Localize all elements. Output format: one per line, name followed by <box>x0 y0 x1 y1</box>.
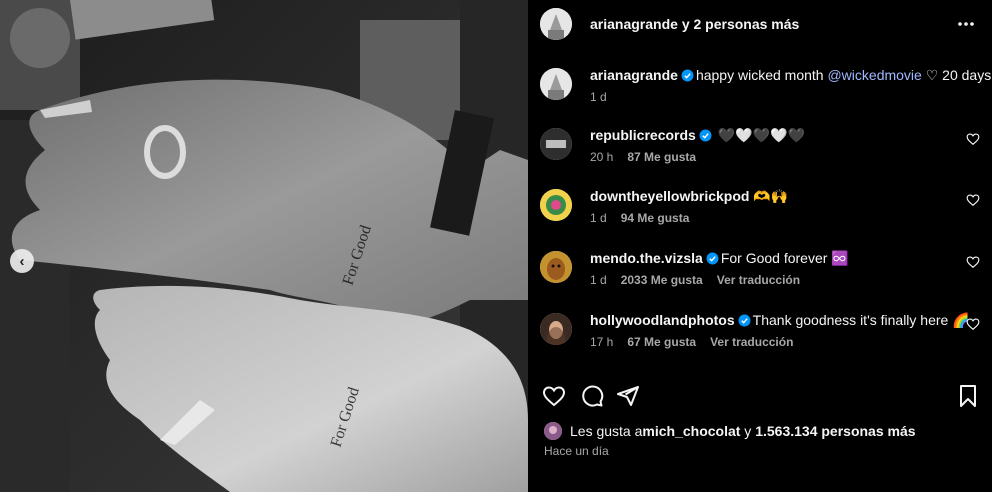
comment-username[interactable]: mendo.the.vizsla <box>590 250 703 266</box>
comment-avatar-image <box>540 189 572 221</box>
post-header: arianagrande y 2 personas más <box>528 0 992 48</box>
comment-icon[interactable] <box>580 384 604 408</box>
post-action-bar <box>528 380 992 412</box>
likes-prefix: Les gusta a <box>570 423 643 439</box>
post-photo: For Good For Good <box>0 0 528 492</box>
comment-likes[interactable]: 2033 Me gusta <box>621 273 703 287</box>
comment-time[interactable]: 17 h <box>590 335 613 349</box>
caption-username[interactable]: arianagrande <box>590 67 678 83</box>
comment-heart-icon[interactable] <box>966 317 980 331</box>
post-media: For Good For Good ‹ <box>0 0 528 492</box>
caption-time[interactable]: 1 d <box>590 90 607 104</box>
comment-heart-icon[interactable] <box>966 193 980 207</box>
author-avatar-image <box>540 8 572 40</box>
author-avatar[interactable] <box>540 8 572 40</box>
comment-item: republicrecords 🖤🤍🖤🤍🖤 20 h 87 Me gusta <box>528 126 992 188</box>
comment-avatar[interactable] <box>540 251 572 283</box>
share-icon[interactable] <box>616 384 640 408</box>
comment-time[interactable]: 1 d <box>590 273 607 287</box>
verified-badge-icon <box>681 69 694 82</box>
caption-text-end: ♡ 20 days <box>921 67 992 83</box>
comment-text: Thank goodness it's finally here 🌈 <box>752 312 970 328</box>
comment-likes[interactable]: 67 Me gusta <box>627 335 696 349</box>
comment-avatar[interactable] <box>540 128 572 160</box>
caption-avatar[interactable] <box>540 68 572 100</box>
comment-avatar-image <box>540 128 572 160</box>
post-author-line[interactable]: arianagrande y 2 personas más <box>590 16 799 32</box>
heart-icon[interactable] <box>542 384 566 408</box>
comment-likes[interactable]: 87 Me gusta <box>627 150 696 164</box>
comment-username[interactable]: republicrecords <box>590 127 696 143</box>
post-caption: arianagrande happy wicked month @wickedmo… <box>528 66 992 128</box>
caption-text: happy wicked month <box>695 67 828 83</box>
comment-heart-icon[interactable] <box>966 255 980 269</box>
post-side-panel: arianagrande y 2 personas más arianagran… <box>528 0 992 492</box>
verified-badge-icon <box>699 129 712 142</box>
likes-count-link[interactable]: 1.563.134 personas más <box>755 423 915 439</box>
comment-time[interactable]: 1 d <box>590 211 607 225</box>
likes-summary: Les gusta a mich_chocolat y 1.563.134 pe… <box>544 422 916 440</box>
verified-badge-icon <box>738 314 751 327</box>
post-timestamp[interactable]: Hace un día <box>544 444 609 458</box>
comment-avatar-image <box>540 251 572 283</box>
previous-image-button[interactable]: ‹ <box>10 249 34 273</box>
caption-avatar-image <box>540 68 572 100</box>
liker-avatar-image <box>544 422 562 440</box>
comment-text: For Good forever ♾️ <box>720 250 849 266</box>
more-options-icon[interactable] <box>956 14 976 34</box>
comment-item: downtheyellowbrickpod 🫶🙌 1 d 94 Me gusta <box>528 187 992 249</box>
comment-avatar[interactable] <box>540 313 572 345</box>
comment-avatar-image <box>540 313 572 345</box>
comment-item: mendo.the.vizsla For Good forever ♾️ 1 d 2… <box>528 249 992 311</box>
caption-mention-link[interactable]: @wickedmovie <box>827 67 921 83</box>
comment-username[interactable]: hollywoodlandphotos <box>590 312 735 328</box>
comment-item: hollywoodlandphotos Thank goodness it's f… <box>528 311 992 373</box>
liker-avatar[interactable] <box>544 422 562 440</box>
bookmark-icon[interactable] <box>956 384 980 408</box>
verified-badge-icon <box>706 252 719 265</box>
comment-likes[interactable]: 94 Me gusta <box>621 211 690 225</box>
comment-avatar[interactable] <box>540 189 572 221</box>
comment-text: 🫶🙌 <box>749 188 789 204</box>
see-translation-link[interactable]: Ver traducción <box>717 273 800 287</box>
comment-username[interactable]: downtheyellowbrickpod <box>590 188 749 204</box>
comment-time[interactable]: 20 h <box>590 150 613 164</box>
comment-text: 🖤🤍🖤🤍🖤 <box>713 127 805 143</box>
likes-middle: y <box>740 423 756 439</box>
see-translation-link[interactable]: Ver traducción <box>710 335 793 349</box>
comment-heart-icon[interactable] <box>966 132 980 146</box>
liker-username[interactable]: mich_chocolat <box>642 423 740 439</box>
